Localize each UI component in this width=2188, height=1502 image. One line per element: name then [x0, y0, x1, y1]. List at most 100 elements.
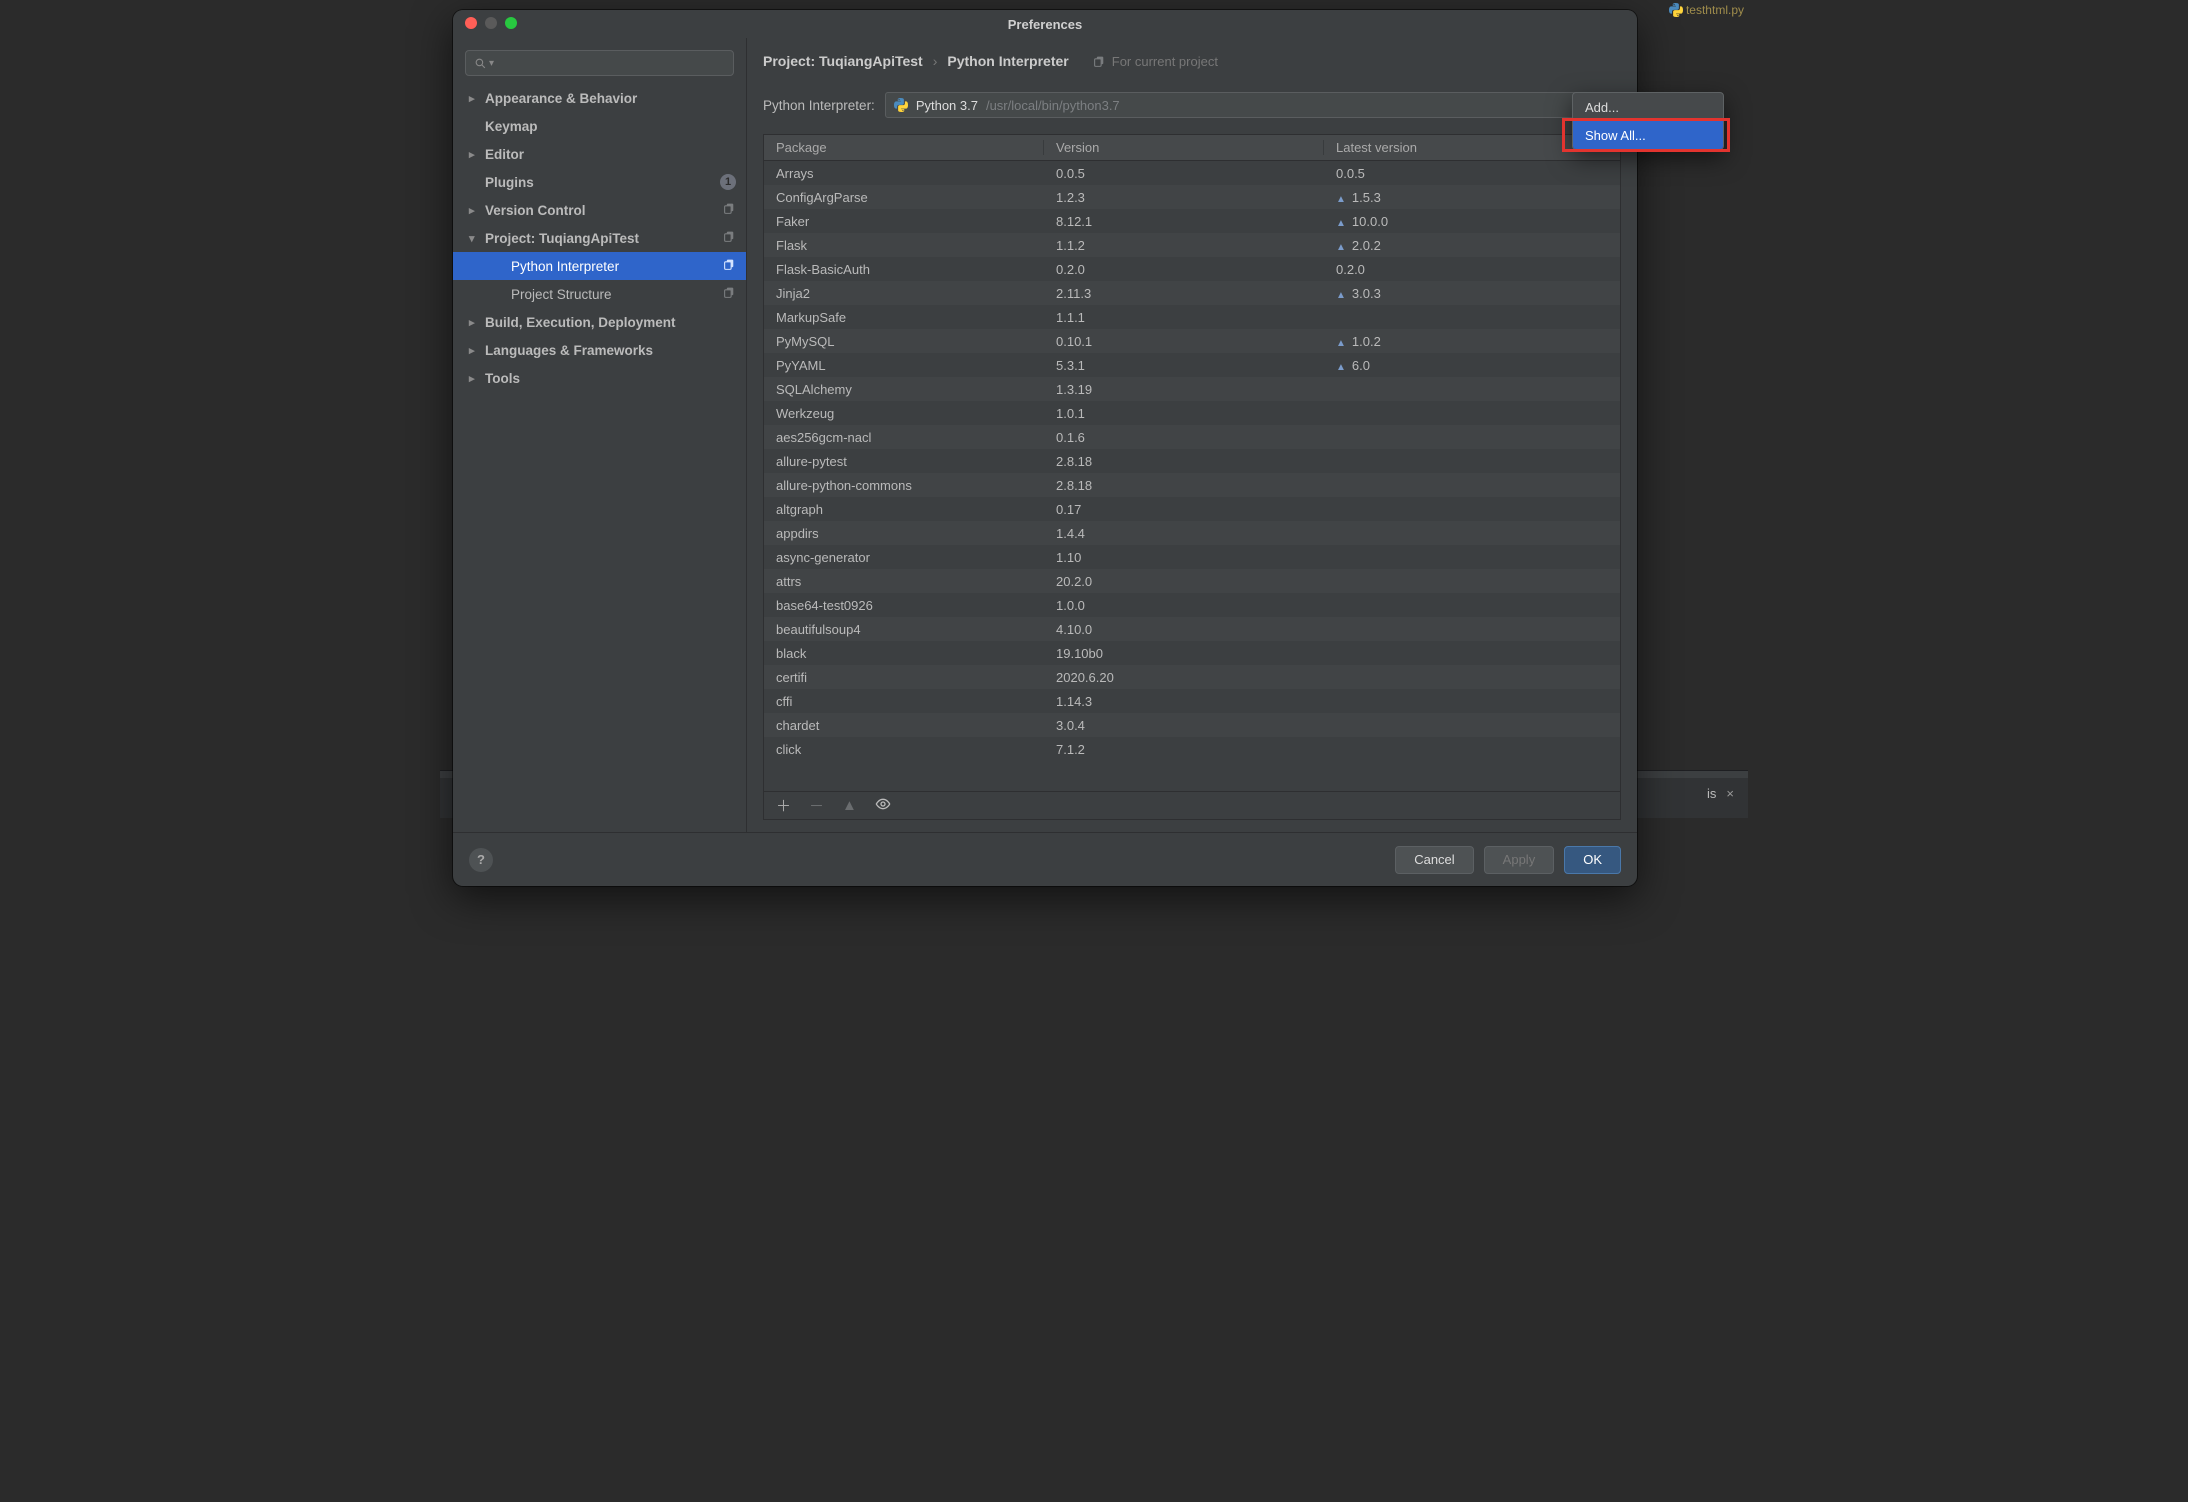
- sidebar-item-label: Python Interpreter: [511, 259, 619, 274]
- popup-show-all[interactable]: Show All...: [1573, 121, 1723, 149]
- cell-package: ConfigArgParse: [764, 190, 1044, 205]
- copy-icon: [1093, 55, 1106, 68]
- table-row[interactable]: certifi2020.6.20: [764, 665, 1620, 689]
- badge: 1: [720, 174, 736, 190]
- show-early-releases-button[interactable]: [875, 796, 891, 816]
- apply-button[interactable]: Apply: [1484, 846, 1555, 874]
- sidebar-item-languages-frameworks[interactable]: Languages & Frameworks: [453, 336, 746, 364]
- table-row[interactable]: altgraph0.17: [764, 497, 1620, 521]
- table-row[interactable]: Jinja22.11.3▲3.0.3: [764, 281, 1620, 305]
- chevron-icon: [469, 204, 483, 217]
- copy-icon: [723, 230, 736, 246]
- cell-package: Flask-BasicAuth: [764, 262, 1044, 277]
- sidebar-item-appearance-behavior[interactable]: Appearance & Behavior: [453, 84, 746, 112]
- sidebar-item-label: Project Structure: [511, 287, 612, 302]
- table-row[interactable]: Flask1.1.2▲2.0.2: [764, 233, 1620, 257]
- table-row[interactable]: Faker8.12.1▲10.0.0: [764, 209, 1620, 233]
- interpreter-combo[interactable]: Python 3.7 /usr/local/bin/python3.7 ▼: [885, 92, 1621, 118]
- cell-latest: ▲10.0.0: [1324, 214, 1620, 229]
- search-icon: [474, 57, 487, 70]
- sidebar-item-label: Project: TuqiangApiTest: [485, 231, 639, 246]
- table-row[interactable]: beautifulsoup44.10.0: [764, 617, 1620, 641]
- table-row[interactable]: async-generator1.10: [764, 545, 1620, 569]
- sidebar-item-version-control[interactable]: Version Control: [453, 196, 746, 224]
- table-row[interactable]: base64-test09261.0.0: [764, 593, 1620, 617]
- col-package[interactable]: Package: [764, 140, 1044, 155]
- sidebar-item-plugins[interactable]: Plugins1: [453, 168, 746, 196]
- window-zoom-icon[interactable]: [505, 17, 517, 29]
- sidebar-item-build-execution-deployment[interactable]: Build, Execution, Deployment: [453, 308, 746, 336]
- cell-version: 2.11.3: [1044, 286, 1324, 301]
- table-row[interactable]: allure-python-commons2.8.18: [764, 473, 1620, 497]
- sidebar-item-tools[interactable]: Tools: [453, 364, 746, 392]
- search-input[interactable]: ▾: [465, 50, 734, 76]
- sidebar-item-label: Version Control: [485, 203, 586, 218]
- packages-toolbar: ＋ － ▲: [764, 791, 1620, 819]
- editor-tab[interactable]: testhtml.py: [1669, 1, 1744, 19]
- find-chip[interactable]: is: [1707, 786, 1716, 801]
- cell-package: MarkupSafe: [764, 310, 1044, 325]
- table-row[interactable]: MarkupSafe1.1.1: [764, 305, 1620, 329]
- interpreter-popup: Add... Show All...: [1572, 92, 1724, 150]
- cell-version: 0.17: [1044, 502, 1324, 517]
- cell-version: 0.0.5: [1044, 166, 1324, 181]
- ok-button[interactable]: OK: [1564, 846, 1621, 874]
- cell-package: chardet: [764, 718, 1044, 733]
- help-button[interactable]: ?: [469, 848, 493, 872]
- table-row[interactable]: PyYAML5.3.1▲6.0: [764, 353, 1620, 377]
- cell-package: black: [764, 646, 1044, 661]
- interpreter-name: Python 3.7: [916, 98, 978, 113]
- main-panel: Project: TuqiangApiTest › Python Interpr…: [747, 38, 1637, 832]
- table-row[interactable]: appdirs1.4.4: [764, 521, 1620, 545]
- settings-tree: Appearance & Behavior Keymap EditorPlugins…: [453, 84, 746, 832]
- table-row[interactable]: attrs20.2.0: [764, 569, 1620, 593]
- table-row[interactable]: cffi1.14.3: [764, 689, 1620, 713]
- remove-package-button[interactable]: －: [809, 795, 824, 816]
- cell-latest: ▲1.0.2: [1324, 334, 1620, 349]
- cell-version: 1.10: [1044, 550, 1324, 565]
- sidebar-item-editor[interactable]: Editor: [453, 140, 746, 168]
- table-row[interactable]: Flask-BasicAuth0.2.00.2.0: [764, 257, 1620, 281]
- packages-list[interactable]: Arrays0.0.50.0.5ConfigArgParse1.2.3▲1.5.…: [764, 161, 1620, 791]
- upgrade-package-button[interactable]: ▲: [842, 797, 857, 814]
- cell-version: 1.14.3: [1044, 694, 1324, 709]
- chevron-icon: [469, 92, 483, 105]
- copy-icon: [723, 202, 736, 218]
- cell-version: 2.8.18: [1044, 478, 1324, 493]
- table-row[interactable]: aes256gcm-nacl0.1.6: [764, 425, 1620, 449]
- table-row[interactable]: allure-pytest2.8.18: [764, 449, 1620, 473]
- cell-version: 1.4.4: [1044, 526, 1324, 541]
- cell-latest: ▲2.0.2: [1324, 238, 1620, 253]
- table-row[interactable]: chardet3.0.4: [764, 713, 1620, 737]
- sidebar-item-python-interpreter[interactable]: Python Interpreter: [453, 252, 746, 280]
- table-row[interactable]: click7.1.2: [764, 737, 1620, 761]
- table-row[interactable]: Arrays0.0.50.0.5: [764, 161, 1620, 185]
- sidebar-item-label: Keymap: [485, 119, 538, 134]
- table-row[interactable]: SQLAlchemy1.3.19: [764, 377, 1620, 401]
- cell-package: appdirs: [764, 526, 1044, 541]
- cell-package: PyMySQL: [764, 334, 1044, 349]
- cell-package: base64-test0926: [764, 598, 1044, 613]
- cancel-button[interactable]: Cancel: [1395, 846, 1473, 874]
- crumb-project: Project: TuqiangApiTest: [763, 53, 923, 69]
- copy-icon: [723, 258, 736, 274]
- cell-version: 20.2.0: [1044, 574, 1324, 589]
- editor-tab-label: testhtml.py: [1686, 3, 1744, 17]
- sidebar-item-keymap[interactable]: Keymap: [453, 112, 746, 140]
- interpreter-label: Python Interpreter:: [763, 98, 875, 113]
- close-icon[interactable]: ×: [1726, 786, 1734, 801]
- sidebar-item-project-tuqiangapitest[interactable]: Project: TuqiangApiTest: [453, 224, 746, 252]
- table-row[interactable]: black19.10b0: [764, 641, 1620, 665]
- table-row[interactable]: Werkzeug1.0.1: [764, 401, 1620, 425]
- window-minimize-icon[interactable]: [485, 17, 497, 29]
- sidebar-item-project-structure[interactable]: Project Structure: [453, 280, 746, 308]
- window-close-icon[interactable]: [465, 17, 477, 29]
- cell-version: 1.3.19: [1044, 382, 1324, 397]
- add-package-button[interactable]: ＋: [776, 795, 791, 816]
- popup-add[interactable]: Add...: [1573, 93, 1723, 121]
- cell-package: cffi: [764, 694, 1044, 709]
- table-row[interactable]: ConfigArgParse1.2.3▲1.5.3: [764, 185, 1620, 209]
- cell-version: 8.12.1: [1044, 214, 1324, 229]
- table-row[interactable]: PyMySQL0.10.1▲1.0.2: [764, 329, 1620, 353]
- col-version[interactable]: Version: [1044, 140, 1324, 155]
